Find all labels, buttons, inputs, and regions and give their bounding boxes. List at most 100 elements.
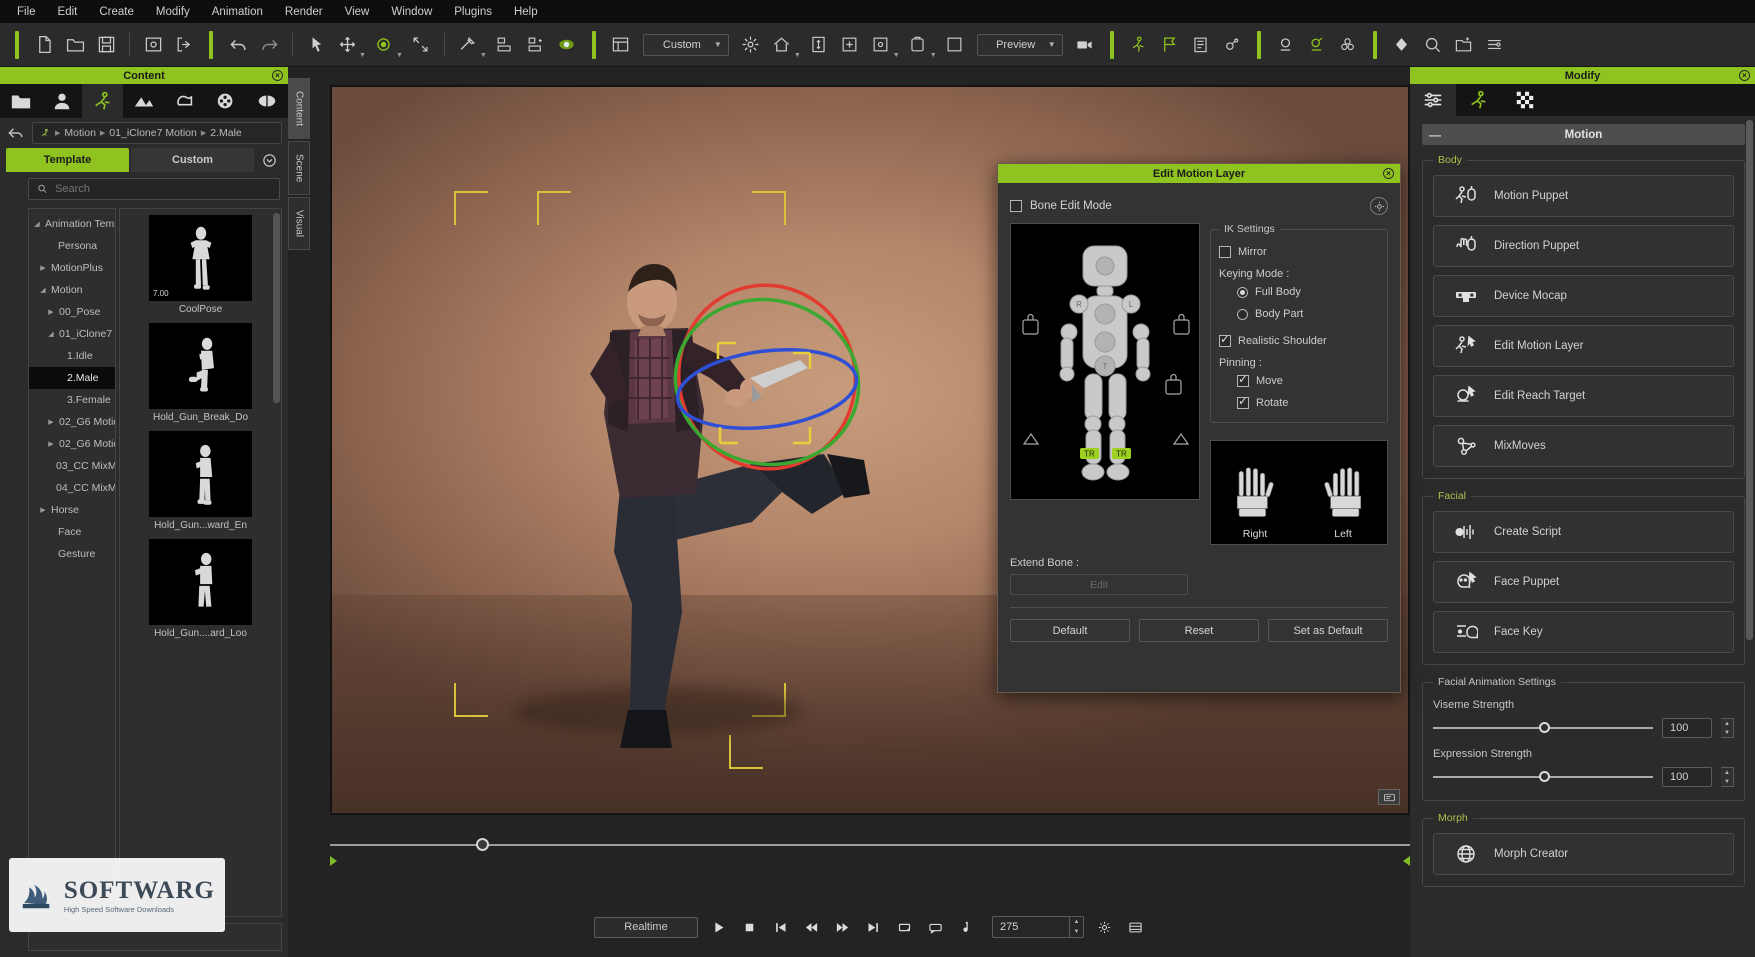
viseme-strength-stepper[interactable]: ▲▼ (1721, 718, 1734, 738)
go-to-end-icon[interactable] (862, 916, 884, 938)
stepper-up-icon[interactable]: ▲ (1721, 719, 1733, 728)
edit-motion-layer-dialog[interactable]: Edit Motion Layer × Bone Edit Mode (997, 163, 1401, 693)
gear-icon[interactable] (1093, 916, 1115, 938)
tree-node-animation-template[interactable]: ◢Animation Templ (29, 213, 115, 235)
list-item[interactable]: Hold_Gun....ard_Loo (149, 539, 252, 643)
viseme-strength-value[interactable]: 100 (1662, 718, 1712, 738)
flag-icon[interactable] (1155, 30, 1185, 60)
face-key-button[interactable]: Face Key (1433, 611, 1734, 653)
menu-item-create[interactable]: Create (88, 3, 145, 21)
open-folder-icon[interactable] (60, 30, 90, 60)
twisty-icon[interactable]: ◢ (38, 286, 48, 294)
realtime-button[interactable]: Realtime (594, 917, 698, 938)
keying-mode-full-body-row[interactable]: Full Body (1219, 281, 1379, 303)
clipboard-icon[interactable] (1186, 30, 1216, 60)
twisty-icon[interactable]: ▶ (46, 418, 56, 426)
list-item[interactable]: 7.00 CoolPose (149, 215, 252, 319)
layout-window-icon[interactable] (606, 30, 636, 60)
expand-icon[interactable] (835, 30, 865, 60)
tree-node-03-cc-mixm[interactable]: 03_CC MixM (29, 455, 115, 477)
breadcrumb-item-0[interactable]: Motion (64, 127, 96, 139)
bone-edit-mode-checkbox[interactable] (1010, 200, 1022, 212)
height-icon[interactable] (804, 30, 834, 60)
morph-creator-button[interactable]: Morph Creator (1433, 833, 1734, 875)
loop-icon[interactable] (893, 916, 915, 938)
tree-node-00-pose[interactable]: ▶00_Pose (29, 301, 115, 323)
body-part-radio[interactable] (1237, 309, 1248, 320)
list-item[interactable]: Hold_Gun_Break_Do (149, 323, 252, 427)
tree-node-02-g6-motion-b[interactable]: ▶02_G6 Motio (29, 433, 115, 455)
stepper-down-icon[interactable]: ▼ (1070, 927, 1083, 937)
menu-item-animation[interactable]: Animation (201, 3, 274, 21)
rotate-dropdown-caret[interactable]: ▼ (396, 52, 403, 66)
list-item[interactable]: Hold_Gun...ward_En (149, 431, 252, 535)
reset-button[interactable]: Reset (1139, 619, 1259, 642)
side-tab-visual[interactable]: Visual (288, 197, 310, 250)
chevron-down-icon[interactable] (256, 148, 282, 172)
menu-item-plugins[interactable]: Plugins (443, 3, 503, 21)
tree-node-idle[interactable]: 1.Idle (29, 345, 115, 367)
content-tab-media[interactable] (206, 84, 247, 118)
pinning-rotate-checkbox[interactable] (1237, 397, 1249, 409)
tree-node-male[interactable]: 2.Male (29, 367, 115, 389)
stepper-up-icon[interactable]: ▲ (1721, 768, 1733, 777)
tree-node-face[interactable]: Face (29, 521, 115, 543)
object-move-caret[interactable]: ▼ (893, 52, 900, 66)
stop-icon[interactable] (738, 916, 760, 938)
right-hand-diagram[interactable] (1228, 466, 1282, 528)
tree-node-motion[interactable]: ◢Motion (29, 279, 115, 301)
expression-strength-slider[interactable] (1433, 776, 1653, 778)
content-tab-stage[interactable] (123, 84, 164, 118)
stepper-up-icon[interactable]: ▲ (1070, 917, 1083, 927)
viewport-info-icon[interactable] (1378, 789, 1400, 805)
twisty-icon[interactable]: ◢ (46, 330, 56, 338)
side-tab-content[interactable]: Content (288, 78, 310, 139)
modify-scroll-area[interactable]: — Motion Body Motion Puppet Direction Pu… (1410, 116, 1755, 957)
menu-item-edit[interactable]: Edit (47, 3, 89, 21)
side-tab-scene[interactable]: Scene (288, 141, 310, 195)
pinning-move-checkbox[interactable] (1237, 375, 1249, 387)
device-mocap-button[interactable]: Device Mocap (1433, 275, 1734, 317)
tab-motion[interactable] (1456, 84, 1502, 116)
menu-item-modify[interactable]: Modify (145, 3, 201, 21)
create-script-button[interactable]: Create Script (1433, 511, 1734, 553)
preview-range-icon[interactable] (924, 916, 946, 938)
home-icon[interactable] (767, 30, 797, 60)
tree-node-motionplus[interactable]: ▶MotionPlus (29, 257, 115, 279)
left-hand-diagram[interactable] (1316, 466, 1370, 528)
back-arrow-icon[interactable] (6, 123, 26, 143)
face-puppet-button[interactable]: Face Puppet (1433, 561, 1734, 603)
motion-icon[interactable] (1302, 30, 1332, 60)
tree-node-persona[interactable]: Persona (29, 235, 115, 257)
tab-material[interactable] (1502, 84, 1548, 116)
pose-icon[interactable] (1271, 30, 1301, 60)
mirror-checkbox[interactable] (1219, 246, 1231, 258)
frame-input[interactable] (993, 917, 1069, 937)
twisty-icon[interactable]: ▶ (46, 440, 56, 448)
timeline-range-end-marker[interactable] (1403, 856, 1410, 866)
move-dropdown-caret[interactable]: ▼ (359, 52, 366, 66)
go-to-start-icon[interactable] (769, 916, 791, 938)
scale-icon[interactable] (406, 30, 436, 60)
tree-node-horse[interactable]: ▶Horse (29, 499, 115, 521)
twisty-icon[interactable]: ▶ (38, 506, 48, 514)
render-mode-dropdown[interactable]: Custom ▼ (643, 34, 729, 56)
stepper-down-icon[interactable]: ▼ (1721, 777, 1733, 786)
body-diagram[interactable]: RL T TR TR (1011, 224, 1201, 501)
content-tab-avatar[interactable] (41, 84, 82, 118)
tree-node-02-g6-motion-a[interactable]: ▶02_G6 Motio (29, 411, 115, 433)
preview-mode-dropdown[interactable]: Preview ▼ (977, 34, 1063, 56)
home-dropdown-caret[interactable]: ▼ (794, 52, 801, 66)
physics-icon[interactable] (1217, 30, 1247, 60)
thumbnail-image[interactable]: 7.00 (149, 215, 252, 301)
viseme-strength-knob[interactable] (1539, 722, 1550, 733)
tab-template[interactable]: Template (6, 148, 129, 172)
search-input[interactable] (55, 183, 271, 195)
left-hand-cell[interactable]: Left (1299, 441, 1387, 544)
default-button[interactable]: Default (1010, 619, 1130, 642)
content-tab-folder[interactable] (0, 84, 41, 118)
close-icon[interactable]: × (272, 70, 283, 81)
group-icon[interactable] (1333, 30, 1363, 60)
tab-attributes[interactable] (1410, 84, 1456, 116)
light-icon[interactable] (736, 30, 766, 60)
